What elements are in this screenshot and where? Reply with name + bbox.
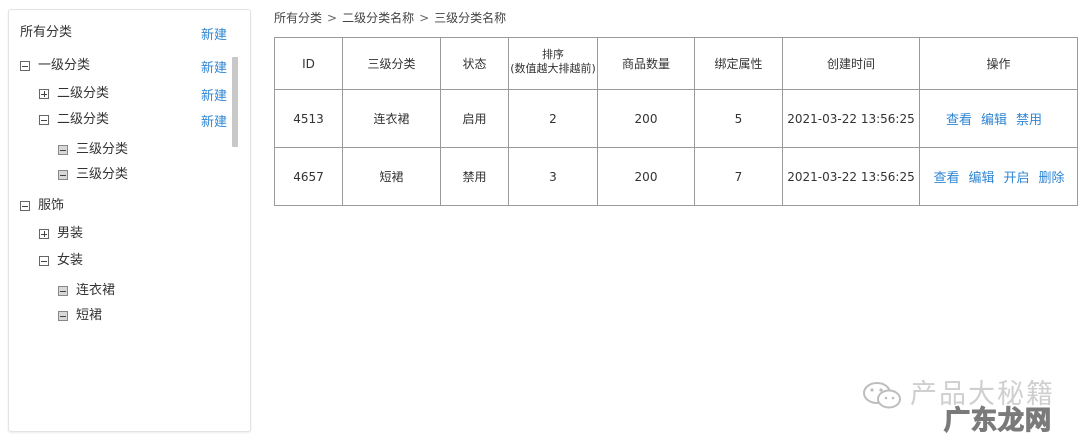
collapse-icon[interactable] bbox=[39, 256, 49, 266]
tree-node-label: 二级分类 bbox=[57, 86, 110, 101]
new-level1-button[interactable]: 新建 bbox=[201, 57, 227, 76]
tree-node-level3-b[interactable]: 三级分类 bbox=[58, 166, 128, 185]
tree-node-apparel[interactable]: 服饰 bbox=[20, 197, 64, 216]
cell-id: 4657 bbox=[274, 147, 343, 206]
tree-node-label: 女装 bbox=[57, 253, 84, 268]
tree-node-level2-a[interactable]: 二级分类 bbox=[39, 85, 109, 104]
tree-node-label: 一级分类 bbox=[38, 58, 91, 73]
new-root-button[interactable]: 新建 bbox=[201, 24, 227, 43]
col-header-count: 商品数量 bbox=[597, 37, 695, 90]
col-header-status: 状态 bbox=[440, 37, 509, 90]
cell-created: 2021-03-22 13:56:25 bbox=[782, 147, 920, 206]
tree-node-skirt[interactable]: 短裙 bbox=[58, 307, 102, 326]
collapse-icon[interactable] bbox=[20, 61, 30, 71]
col-header-actions: 操作 bbox=[919, 37, 1078, 90]
cell-sort: 2 bbox=[508, 89, 598, 148]
col-header-name: 三级分类 bbox=[342, 37, 441, 90]
tree-node-menswear[interactable]: 男装 bbox=[39, 225, 83, 244]
watermark-line2: 广东龙网 bbox=[943, 405, 1053, 436]
leaf-icon bbox=[58, 145, 68, 155]
tree-node-label: 三级分类 bbox=[76, 167, 129, 182]
cell-status: 禁用 bbox=[440, 147, 509, 206]
col-header-sort: 排序 (数值越大排越前) bbox=[508, 37, 598, 90]
breadcrumb-separator: > bbox=[327, 10, 338, 25]
tree-node-label: 短裙 bbox=[76, 308, 103, 323]
tree-node-label: 男装 bbox=[57, 226, 84, 241]
enable-link[interactable]: 开启 bbox=[1004, 171, 1030, 186]
edit-link[interactable]: 编辑 bbox=[968, 171, 994, 186]
expand-icon[interactable] bbox=[39, 229, 49, 239]
tree-node-label: 连衣裙 bbox=[76, 283, 116, 298]
tree-node-womenswear[interactable]: 女装 bbox=[39, 252, 83, 271]
collapse-icon[interactable] bbox=[20, 201, 30, 211]
cell-sort: 3 bbox=[508, 147, 598, 206]
delete-link[interactable]: 删除 bbox=[1039, 171, 1065, 186]
col-header-created: 创建时间 bbox=[782, 37, 920, 90]
breadcrumb-all[interactable]: 所有分类 bbox=[274, 11, 322, 25]
leaf-icon bbox=[58, 286, 68, 296]
tree-node-level2-b[interactable]: 二级分类 bbox=[39, 111, 109, 130]
tree-scrollbar[interactable] bbox=[232, 57, 238, 147]
breadcrumb-separator: > bbox=[419, 10, 430, 25]
cell-status: 启用 bbox=[440, 89, 509, 148]
category-tree-panel: 所有分类 新建 一级分类 新建 二级分类 新建 二级分类 新建 三级分类 三级分… bbox=[8, 9, 251, 432]
tree-header-label: 所有分类 bbox=[20, 25, 73, 40]
cell-attrs: 5 bbox=[694, 89, 783, 148]
view-link[interactable]: 查看 bbox=[933, 171, 959, 186]
cell-name: 连衣裙 bbox=[342, 89, 441, 148]
breadcrumb: 所有分类 > 二级分类名称 > 三级分类名称 bbox=[274, 9, 506, 26]
tree-node-level1[interactable]: 一级分类 bbox=[20, 57, 90, 76]
expand-icon[interactable] bbox=[39, 89, 49, 99]
tree-node-label: 二级分类 bbox=[57, 112, 110, 127]
cell-id: 4513 bbox=[274, 89, 343, 148]
breadcrumb-level3: 三级分类名称 bbox=[434, 11, 507, 25]
sort-header-text: 排序 (数值越大排越前) bbox=[510, 47, 596, 75]
leaf-icon bbox=[58, 170, 68, 180]
table-row: 4657 短裙 禁用 3 200 7 2021-03-22 13:56:25 查… bbox=[274, 147, 1078, 206]
tree-node-level3-a[interactable]: 三级分类 bbox=[58, 141, 128, 160]
wechat-icon bbox=[863, 382, 901, 409]
cell-name: 短裙 bbox=[342, 147, 441, 206]
col-header-attrs: 绑定属性 bbox=[694, 37, 783, 90]
category-table: ID 三级分类 状态 排序 (数值越大排越前) 商品数量 绑定属性 创建时间 操… bbox=[274, 37, 1078, 206]
tree-node-dress[interactable]: 连衣裙 bbox=[58, 282, 115, 301]
disable-link[interactable]: 禁用 bbox=[1016, 113, 1042, 128]
view-link[interactable]: 查看 bbox=[946, 113, 972, 128]
cell-actions: 查看 编辑 禁用 bbox=[919, 89, 1078, 148]
cell-count: 200 bbox=[597, 147, 695, 206]
table-header-row: ID 三级分类 状态 排序 (数值越大排越前) 商品数量 绑定属性 创建时间 操… bbox=[274, 37, 1078, 90]
cell-created: 2021-03-22 13:56:25 bbox=[782, 89, 920, 148]
edit-link[interactable]: 编辑 bbox=[981, 113, 1007, 128]
cell-actions: 查看 编辑 开启 删除 bbox=[919, 147, 1078, 206]
tree-header: 所有分类 bbox=[20, 24, 72, 43]
collapse-icon[interactable] bbox=[39, 115, 49, 125]
new-level2-b-button[interactable]: 新建 bbox=[201, 111, 227, 130]
tree-node-label: 服饰 bbox=[38, 198, 65, 213]
table-row: 4513 连衣裙 启用 2 200 5 2021-03-22 13:56:25 … bbox=[274, 89, 1078, 148]
cell-attrs: 7 bbox=[694, 147, 783, 206]
breadcrumb-level2[interactable]: 二级分类名称 bbox=[342, 11, 414, 25]
new-level2-a-button[interactable]: 新建 bbox=[201, 85, 227, 104]
col-header-id: ID bbox=[274, 37, 343, 90]
leaf-icon bbox=[58, 311, 68, 321]
cell-count: 200 bbox=[597, 89, 695, 148]
tree-node-label: 三级分类 bbox=[76, 142, 129, 157]
